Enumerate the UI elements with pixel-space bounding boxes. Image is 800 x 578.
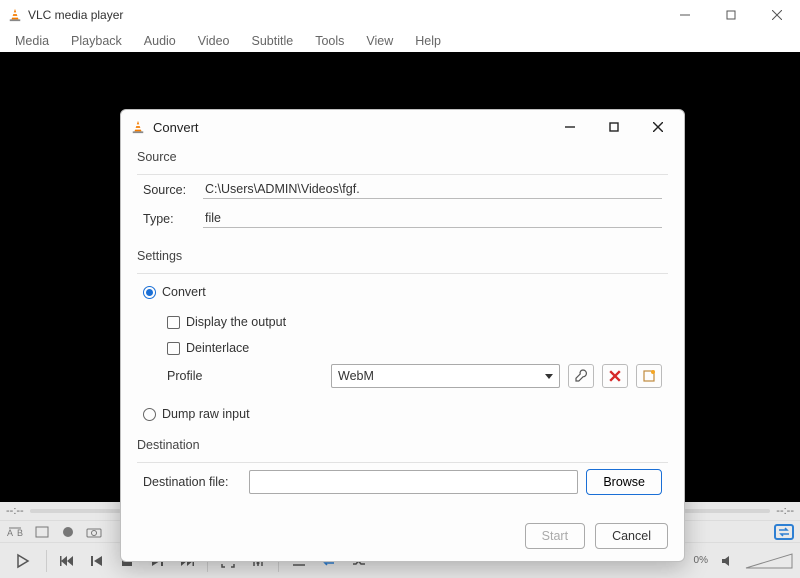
profile-value: WebM bbox=[338, 369, 374, 383]
play-button[interactable] bbox=[6, 547, 40, 575]
loop-toggle-button[interactable] bbox=[774, 524, 794, 540]
mute-button[interactable] bbox=[714, 547, 742, 575]
frame-step-button[interactable] bbox=[32, 524, 52, 540]
ab-loop-button[interactable]: AB bbox=[6, 524, 26, 540]
convert-radio[interactable]: Convert bbox=[143, 282, 206, 302]
cancel-button[interactable]: Cancel bbox=[595, 523, 668, 549]
chevron-down-icon bbox=[545, 374, 553, 379]
dump-raw-radio[interactable]: Dump raw input bbox=[143, 404, 250, 424]
volume-slider[interactable] bbox=[744, 552, 794, 570]
menu-playback[interactable]: Playback bbox=[60, 32, 133, 50]
convert-dialog: Convert Source Source: Type: Settings bbox=[120, 109, 685, 562]
edit-profile-button[interactable] bbox=[568, 364, 594, 388]
x-icon bbox=[609, 370, 621, 382]
menu-help[interactable]: Help bbox=[404, 32, 452, 50]
new-profile-button[interactable] bbox=[636, 364, 662, 388]
previous-button[interactable] bbox=[83, 547, 111, 575]
vlc-icon bbox=[8, 8, 22, 22]
skip-back-button[interactable] bbox=[53, 547, 81, 575]
display-output-checkbox[interactable]: Display the output bbox=[167, 312, 286, 332]
dialog-footer: Start Cancel bbox=[121, 515, 684, 561]
display-output-label: Display the output bbox=[186, 315, 286, 329]
close-button[interactable] bbox=[754, 0, 800, 30]
source-section-label: Source bbox=[137, 144, 668, 168]
main-window-title: VLC media player bbox=[28, 8, 123, 22]
new-profile-icon bbox=[642, 369, 656, 383]
time-total: --:-- bbox=[776, 505, 794, 517]
volume-percent: 0% bbox=[694, 555, 708, 566]
main-window-controls bbox=[662, 0, 800, 30]
destination-file-input[interactable] bbox=[249, 470, 578, 494]
source-label: Source: bbox=[143, 183, 195, 197]
browse-button[interactable]: Browse bbox=[586, 469, 662, 495]
snapshot-button[interactable] bbox=[84, 524, 104, 540]
dialog-close-button[interactable] bbox=[636, 112, 680, 142]
source-input[interactable] bbox=[203, 180, 662, 199]
dialog-titlebar[interactable]: Convert bbox=[121, 110, 684, 144]
menu-media[interactable]: Media bbox=[4, 32, 60, 50]
type-label: Type: bbox=[143, 212, 195, 226]
menu-view[interactable]: View bbox=[355, 32, 404, 50]
minimize-button[interactable] bbox=[662, 0, 708, 30]
deinterlace-label: Deinterlace bbox=[186, 341, 249, 355]
record-button[interactable] bbox=[58, 524, 78, 540]
destination-section-label: Destination bbox=[137, 432, 668, 456]
maximize-button[interactable] bbox=[708, 0, 754, 30]
profile-select[interactable]: WebM bbox=[331, 364, 560, 388]
main-titlebar: VLC media player bbox=[0, 0, 800, 30]
svg-text:B: B bbox=[17, 528, 23, 538]
destination-file-label: Destination file: bbox=[143, 475, 241, 489]
video-area: Convert Source Source: Type: Settings bbox=[0, 52, 800, 502]
deinterlace-checkbox[interactable]: Deinterlace bbox=[167, 338, 249, 358]
dialog-title: Convert bbox=[153, 120, 199, 135]
settings-section-label: Settings bbox=[137, 243, 668, 267]
menu-tools[interactable]: Tools bbox=[304, 32, 355, 50]
convert-radio-label: Convert bbox=[162, 285, 206, 299]
type-input[interactable] bbox=[203, 209, 662, 228]
menu-subtitle[interactable]: Subtitle bbox=[241, 32, 305, 50]
dump-raw-label: Dump raw input bbox=[162, 407, 250, 421]
delete-profile-button[interactable] bbox=[602, 364, 628, 388]
menu-audio[interactable]: Audio bbox=[133, 32, 187, 50]
start-button[interactable]: Start bbox=[525, 523, 585, 549]
dialog-maximize-button[interactable] bbox=[592, 112, 636, 142]
time-elapsed: --:-- bbox=[6, 505, 24, 517]
menu-video[interactable]: Video bbox=[187, 32, 241, 50]
menubar: Media Playback Audio Video Subtitle Tool… bbox=[0, 30, 800, 52]
svg-text:A: A bbox=[7, 528, 13, 538]
profile-label: Profile bbox=[143, 369, 323, 383]
dialog-minimize-button[interactable] bbox=[548, 112, 592, 142]
vlc-icon bbox=[131, 120, 145, 134]
wrench-icon bbox=[574, 369, 588, 383]
